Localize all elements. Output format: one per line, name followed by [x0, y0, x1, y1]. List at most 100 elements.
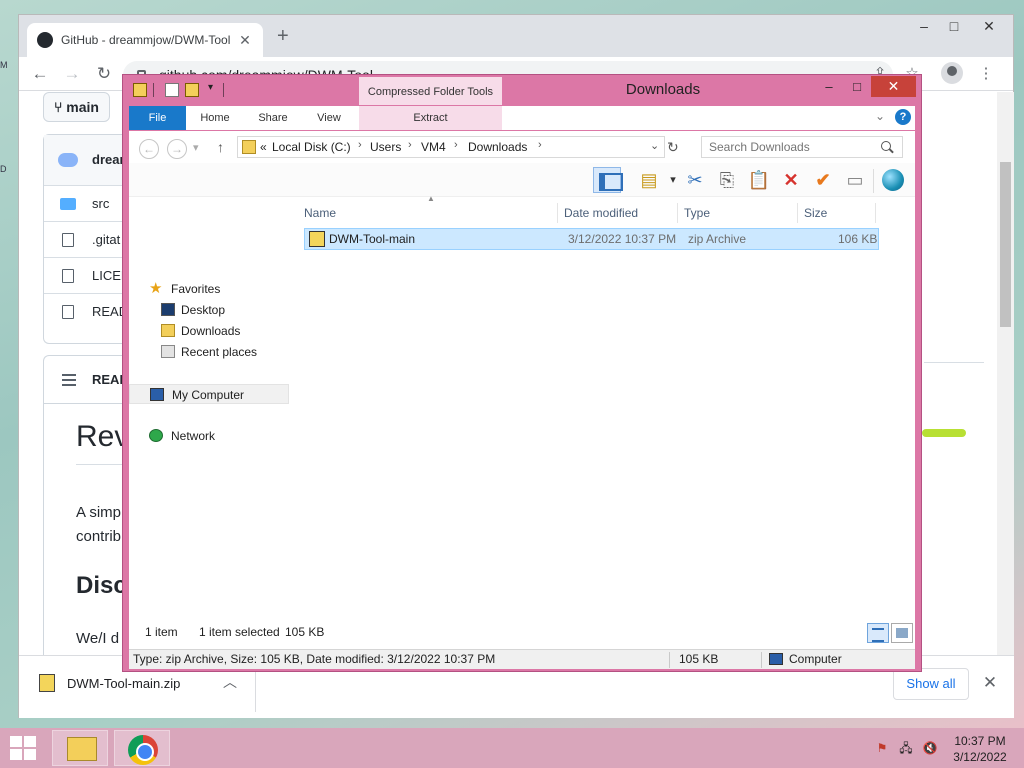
- file-list-pane: ▲ Name Date modified Type Size DWM-Tool-…: [294, 194, 915, 611]
- preview-pane-icon[interactable]: [593, 167, 623, 193]
- nav-my-computer[interactable]: My Computer: [129, 384, 289, 404]
- file-explorer-taskbar-button[interactable]: [52, 730, 108, 766]
- column-date-modified[interactable]: Date modified: [558, 203, 678, 223]
- breadcrumb-overflow[interactable]: «: [260, 140, 267, 154]
- page-scrollbar[interactable]: [997, 92, 1014, 658]
- file-row-selected[interactable]: DWM-Tool-main 3/12/2022 10:37 PM zip Arc…: [304, 228, 879, 250]
- tab-share[interactable]: Share: [249, 106, 297, 130]
- new-tab-button[interactable]: +: [277, 25, 289, 48]
- breadcrumb-local-disk[interactable]: Local Disk (C:): [272, 140, 351, 154]
- breadcrumb-chevron[interactable]: ›: [538, 139, 542, 151]
- network-tray-icon[interactable]: 🖧: [898, 741, 914, 755]
- close-window-button[interactable]: ✕: [969, 15, 1009, 41]
- properties-icon[interactable]: [165, 83, 179, 97]
- tab-extract[interactable]: Extract: [359, 106, 502, 130]
- back-button[interactable]: ←: [139, 139, 159, 159]
- clock-time[interactable]: 10:37 PM: [948, 734, 1012, 748]
- outline-list-icon[interactable]: [62, 374, 76, 386]
- new-folder-icon[interactable]: [185, 83, 199, 97]
- recent-locations-icon[interactable]: ▾: [193, 141, 199, 154]
- show-all-button[interactable]: Show all: [893, 668, 969, 700]
- forward-button[interactable]: →: [167, 139, 187, 159]
- command-bar: ▤ ▾ ✂ ⎘ 📋 ✕ ✔ ▭: [129, 163, 915, 197]
- checkmark-icon[interactable]: ✔: [809, 167, 837, 193]
- column-type[interactable]: Type: [678, 203, 798, 223]
- address-dropdown-icon[interactable]: ⌄: [650, 139, 659, 152]
- maximize-button[interactable]: □: [939, 15, 969, 41]
- large-icons-view-icon[interactable]: [891, 623, 913, 643]
- details-bar: Type: zip Archive, Size: 105 KB, Date mo…: [129, 649, 915, 669]
- tab-file[interactable]: File: [129, 106, 186, 130]
- globe-icon[interactable]: [882, 169, 904, 191]
- breadcrumb-downloads[interactable]: Downloads: [468, 140, 527, 154]
- profile-avatar-icon[interactable]: [941, 62, 963, 84]
- nav-desktop[interactable]: Desktop: [129, 300, 289, 320]
- clock-date[interactable]: 3/12/2022: [948, 750, 1012, 764]
- window-title: Downloads: [625, 81, 701, 98]
- nav-label: Favorites: [171, 282, 221, 296]
- cut-icon[interactable]: ✂: [681, 167, 709, 193]
- file-icon: [62, 269, 74, 283]
- back-button[interactable]: ←: [29, 63, 51, 85]
- desktop-shortcut-icon[interactable]: M: [0, 60, 10, 72]
- windows-start-icon[interactable]: [10, 736, 38, 760]
- up-one-level-icon[interactable]: ↑: [217, 139, 224, 155]
- maximize-button[interactable]: □: [843, 77, 871, 97]
- breadcrumb-vm4[interactable]: VM4: [421, 140, 446, 154]
- file-explorer-icon: [67, 737, 97, 761]
- breadcrumb-chevron[interactable]: ›: [454, 139, 458, 151]
- close-shelf-icon[interactable]: ✕: [979, 672, 1001, 694]
- command-separator: [873, 169, 874, 193]
- chrome-taskbar-button[interactable]: [114, 730, 170, 766]
- refresh-icon[interactable]: ↻: [667, 139, 679, 156]
- branch-selector[interactable]: ⑂ main: [43, 92, 110, 122]
- paste-icon[interactable]: 📋: [745, 167, 773, 193]
- nav-network[interactable]: Network: [129, 426, 289, 446]
- search-icon[interactable]: [881, 141, 891, 151]
- tab-home[interactable]: Home: [191, 106, 239, 130]
- minimize-button[interactable]: –: [909, 15, 939, 41]
- column-name[interactable]: Name: [298, 203, 558, 223]
- readme-paragraph: A simp: [76, 504, 122, 521]
- nav-recent-places[interactable]: Recent places: [129, 342, 289, 362]
- details-location: Computer: [789, 652, 842, 666]
- action-center-flag-icon[interactable]: ⚑: [874, 741, 890, 755]
- title-bar[interactable]: ▾ Compressed Folder Tools Downloads – □ …: [123, 75, 921, 105]
- rename-icon[interactable]: ▭: [841, 167, 869, 193]
- help-icon[interactable]: ?: [895, 109, 911, 125]
- forward-button[interactable]: →: [61, 63, 83, 85]
- qat-dropdown-icon[interactable]: ▾: [208, 82, 213, 93]
- volume-muted-icon[interactable]: 🔇: [922, 741, 938, 755]
- branch-name: main: [66, 99, 99, 115]
- close-button[interactable]: ✕: [871, 76, 916, 97]
- menu-kebab-icon[interactable]: ⋮: [975, 63, 997, 85]
- nav-favorites[interactable]: ★ Favorites: [129, 279, 289, 299]
- column-size[interactable]: Size: [798, 203, 876, 223]
- details-separator: [669, 652, 670, 668]
- file-name[interactable]: .gitat: [92, 232, 120, 247]
- details-view-icon[interactable]: [867, 623, 889, 643]
- tab-view[interactable]: View: [305, 106, 353, 130]
- computer-icon: [769, 653, 783, 665]
- chevron-up-icon[interactable]: ︿: [223, 672, 237, 692]
- reload-button[interactable]: ↻: [93, 63, 115, 85]
- breadcrumb-users[interactable]: Users: [370, 140, 401, 154]
- breadcrumb-chevron[interactable]: ›: [408, 139, 412, 151]
- delete-icon[interactable]: ✕: [777, 167, 805, 193]
- breadcrumb-chevron[interactable]: ›: [358, 139, 362, 151]
- download-item[interactable]: DWM-Tool-main.zip: [67, 676, 180, 691]
- address-bar[interactable]: « Local Disk (C:) › Users › VM4 › Downlo…: [237, 136, 665, 158]
- minimize-button[interactable]: –: [815, 77, 843, 97]
- sidebar-divider: [924, 362, 984, 363]
- navigation-pane: ★ Favorites Desktop Downloads Recent pla…: [129, 197, 294, 611]
- file-name[interactable]: src: [92, 196, 109, 211]
- search-input[interactable]: [701, 136, 903, 158]
- desktop-shortcut-icon[interactable]: D: [0, 164, 10, 176]
- copy-icon[interactable]: ⎘: [713, 167, 741, 193]
- nav-downloads[interactable]: Downloads: [129, 321, 289, 341]
- scrollbar-thumb[interactable]: [1000, 162, 1011, 327]
- close-tab-icon[interactable]: ✕: [237, 32, 253, 49]
- expand-ribbon-icon[interactable]: ⌄: [875, 109, 885, 123]
- status-area: 1 item 1 item selected 105 KB: [129, 611, 915, 649]
- browser-tab[interactable]: GitHub - dreammjow/DWM-Tool ✕: [27, 23, 263, 57]
